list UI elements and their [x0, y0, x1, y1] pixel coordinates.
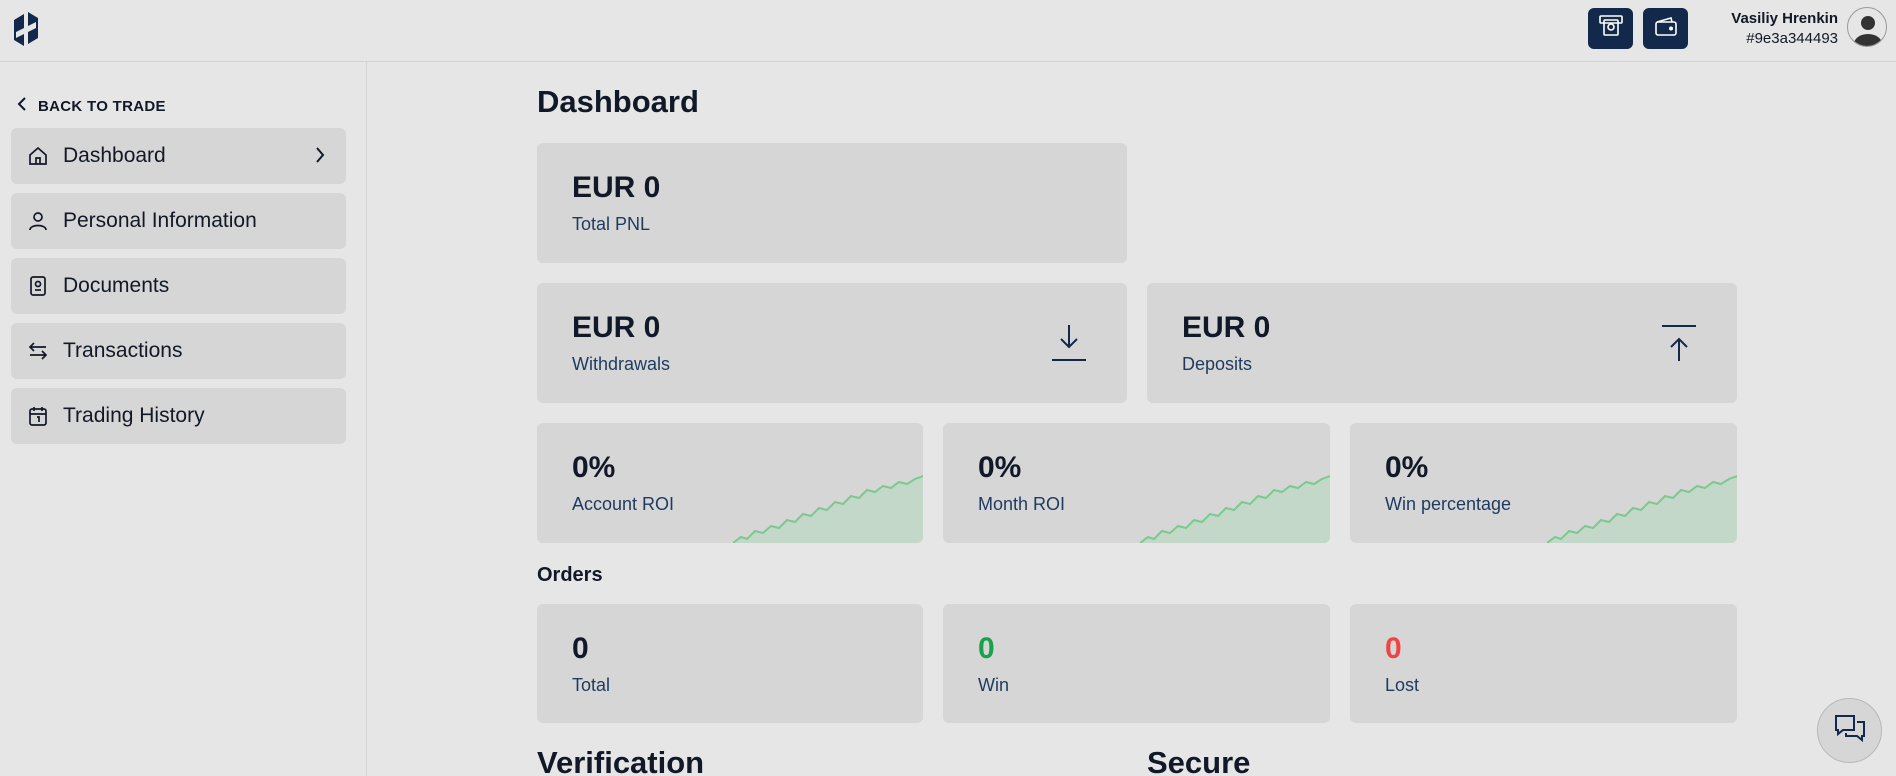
user-id: #9e3a344493: [1746, 30, 1838, 47]
document-icon: [27, 275, 49, 297]
account-roi-card: 0% Account ROI: [537, 423, 923, 543]
secure-heading: Secure: [1147, 745, 1251, 776]
user-icon: [27, 210, 49, 232]
wallet-icon: [1654, 15, 1678, 42]
sidebar-item-personal-information[interactable]: Personal Information: [11, 193, 346, 249]
sidebar-item-label: Trading History: [63, 404, 205, 427]
sidebar-item-label: Transactions: [63, 339, 183, 362]
sidebar-item-label: Dashboard: [63, 144, 166, 167]
deposits-label: Deposits: [1182, 354, 1253, 374]
orders-lost-value: 0: [1385, 632, 1402, 665]
month-roi-label: Month ROI: [978, 494, 1066, 514]
logo-icon[interactable]: [10, 8, 42, 48]
orders-win-value: 0: [978, 632, 995, 665]
top-bar: Vasiliy Hrenkin #9e3a344493: [0, 0, 1896, 62]
atm-deposit-icon: [1598, 14, 1624, 43]
orders-win-label: Win: [978, 675, 1009, 695]
sidebar-item-dashboard[interactable]: Dashboard: [11, 128, 346, 184]
withdrawals-label: Withdrawals: [572, 354, 671, 374]
total-pnl-card: EUR 0 Total PNL: [537, 143, 1127, 263]
account-roi-label: Account ROI: [572, 494, 675, 514]
chevron-left-icon: [16, 96, 28, 116]
sidebar: BACK TO TRADE Dashboard Personal Informa…: [0, 62, 367, 776]
account-roi-value: 0%: [572, 451, 616, 484]
sidebar-item-trading-history[interactable]: Trading History: [11, 388, 346, 444]
orders-win-card: 0 Win: [943, 604, 1330, 723]
orders-lost-card: 0 Lost: [1350, 604, 1737, 723]
orders-lost-label: Lost: [1385, 675, 1420, 695]
chat-button[interactable]: [1817, 698, 1882, 763]
total-pnl-label: Total PNL: [572, 214, 651, 234]
orders-total-value: 0: [572, 632, 589, 665]
user-name: Vasiliy Hrenkin: [1731, 10, 1838, 27]
page-title: Dashboard: [537, 84, 699, 119]
sidebar-item-label: Documents: [63, 274, 170, 297]
download-icon: [1051, 323, 1087, 368]
transfer-icon: [27, 340, 49, 362]
home-icon: [27, 145, 49, 167]
withdrawals-card[interactable]: EUR 0 Withdrawals: [537, 283, 1127, 403]
orders-total-card: 0 Total: [537, 604, 923, 723]
total-pnl-value: EUR 0: [572, 171, 661, 204]
sidebar-item-label: Personal Information: [63, 209, 257, 232]
atm-deposit-button[interactable]: [1588, 8, 1633, 49]
user-info[interactable]: Vasiliy Hrenkin #9e3a344493: [1731, 9, 1838, 49]
chat-icon: [1833, 712, 1867, 749]
win-percentage-label: Win percentage: [1385, 494, 1512, 514]
sparkline-chart: [1547, 475, 1737, 543]
month-roi-value: 0%: [978, 451, 1022, 484]
withdrawals-value: EUR 0: [572, 311, 661, 344]
win-percentage-value: 0%: [1385, 451, 1429, 484]
upload-icon: [1661, 323, 1697, 368]
calendar-icon: [27, 405, 49, 427]
month-roi-card: 0% Month ROI: [943, 423, 1330, 543]
verification-heading: Verification: [537, 745, 705, 776]
sparkline-chart: [733, 475, 923, 543]
win-percentage-card: 0% Win percentage: [1350, 423, 1737, 543]
sidebar-item-transactions[interactable]: Transactions: [11, 323, 346, 379]
deposits-card[interactable]: EUR 0 Deposits: [1147, 283, 1737, 403]
sidebar-item-documents[interactable]: Documents: [11, 258, 346, 314]
orders-heading: Orders: [537, 564, 603, 586]
avatar-icon[interactable]: [1847, 7, 1887, 47]
back-to-trade-label: BACK TO TRADE: [38, 97, 166, 115]
chevron-right-icon: [314, 146, 326, 169]
orders-total-label: Total: [572, 675, 611, 695]
deposits-value: EUR 0: [1182, 311, 1271, 344]
wallet-button[interactable]: [1643, 8, 1688, 49]
back-to-trade-link[interactable]: BACK TO TRADE: [16, 96, 166, 116]
sparkline-chart: [1140, 475, 1330, 543]
